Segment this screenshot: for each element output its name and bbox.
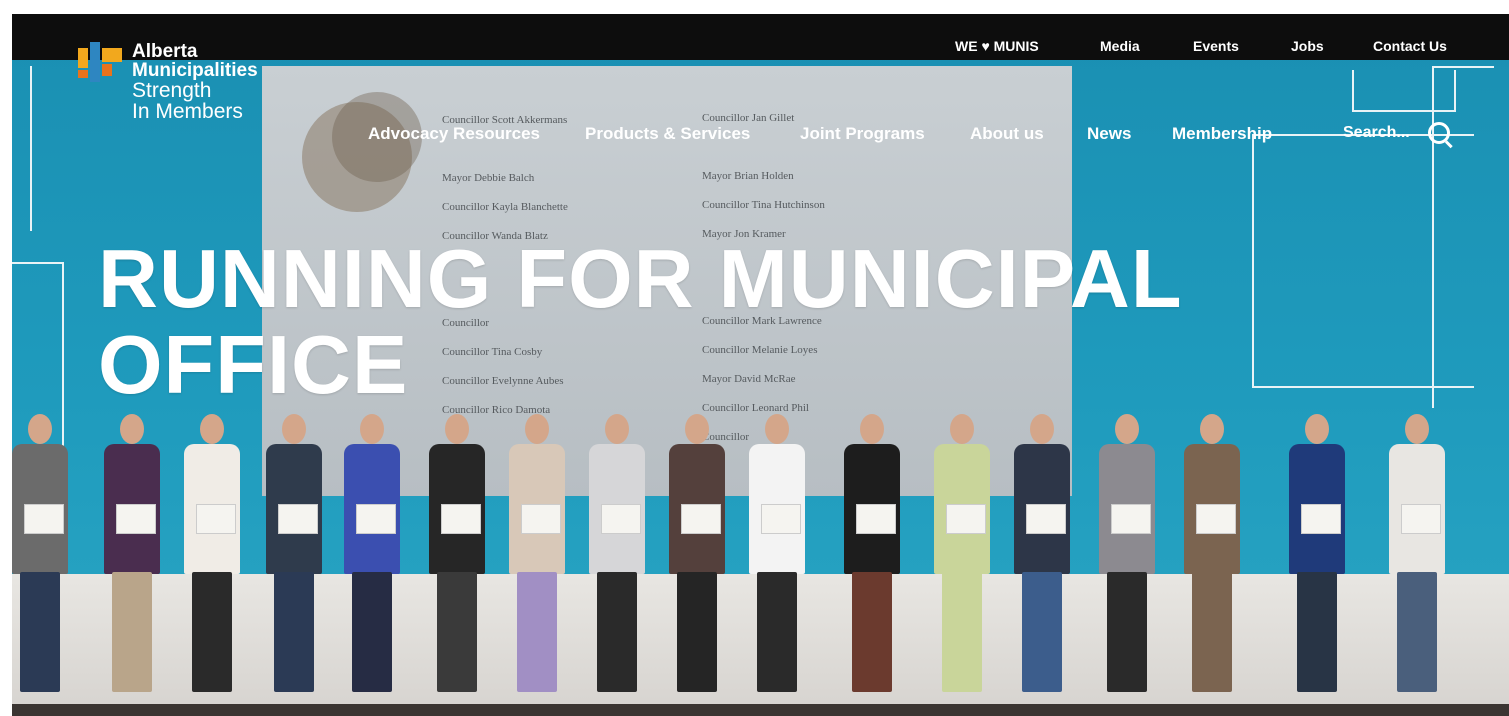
brand-tagline-line1: Strength [132, 79, 212, 102]
utility-link-contact-us[interactable]: Contact Us [1373, 38, 1447, 54]
photo-person [1287, 394, 1347, 704]
photo-person [667, 394, 727, 704]
brand-name-line2: Municipalities [132, 60, 258, 81]
logo-icon[interactable] [78, 42, 126, 86]
utility-link-media[interactable]: Media [1100, 38, 1140, 54]
brand-tagline-line2: In Members [132, 100, 243, 123]
photo-person [1387, 394, 1447, 704]
utility-link-events[interactable]: Events [1193, 38, 1239, 54]
photo-person [427, 394, 487, 704]
photo-person [1097, 394, 1157, 704]
search-link[interactable]: Search... [1343, 124, 1410, 142]
photo-person [747, 394, 807, 704]
photo-person [12, 394, 70, 704]
hero-headline: RUNNING FOR MUNICIPAL OFFICE [98, 236, 1183, 408]
utility-link-we-love-munis[interactable]: WE ♥ MUNIS [955, 38, 1039, 54]
hero-banner: Councillor Scott Akkermans Mayor Debbie … [12, 14, 1509, 716]
brand-name-line1: Alberta [132, 41, 198, 62]
screen-name: Councillor Tina Hutchinson [702, 199, 825, 211]
nav-news[interactable]: News [1087, 124, 1131, 144]
photo-person [1182, 394, 1242, 704]
nav-about-us[interactable]: About us [970, 124, 1044, 144]
screen-name: Mayor Brian Holden [702, 170, 794, 182]
hero-headline-line2: OFFICE [98, 318, 409, 411]
photo-person [264, 394, 324, 704]
photo-person [587, 394, 647, 704]
decor-line [1432, 66, 1494, 408]
photo-person [842, 394, 902, 704]
brand-wordmark[interactable]: Alberta Municipalities Strength In Membe… [132, 42, 258, 122]
search-icon[interactable] [1428, 122, 1450, 144]
nav-membership[interactable]: Membership [1172, 124, 1272, 144]
utility-link-jobs[interactable]: Jobs [1291, 38, 1324, 54]
screen-name: Councillor Kayla Blanchette [442, 201, 568, 213]
photo-person [1012, 394, 1072, 704]
nav-joint-programs[interactable]: Joint Programs [800, 124, 925, 144]
photo-person [102, 394, 162, 704]
screen-name: Mayor Debbie Balch [442, 172, 535, 184]
photo-person [182, 394, 242, 704]
photo-person [342, 394, 402, 704]
decor-line [12, 66, 32, 231]
nav-advocacy-resources[interactable]: Advocacy Resources [368, 124, 540, 144]
nav-products-services[interactable]: Products & Services [585, 124, 750, 144]
hero-headline-line1: RUNNING FOR MUNICIPAL [98, 232, 1183, 325]
photo-person [932, 394, 992, 704]
stage-floor [12, 704, 1509, 716]
photo-person [507, 394, 567, 704]
